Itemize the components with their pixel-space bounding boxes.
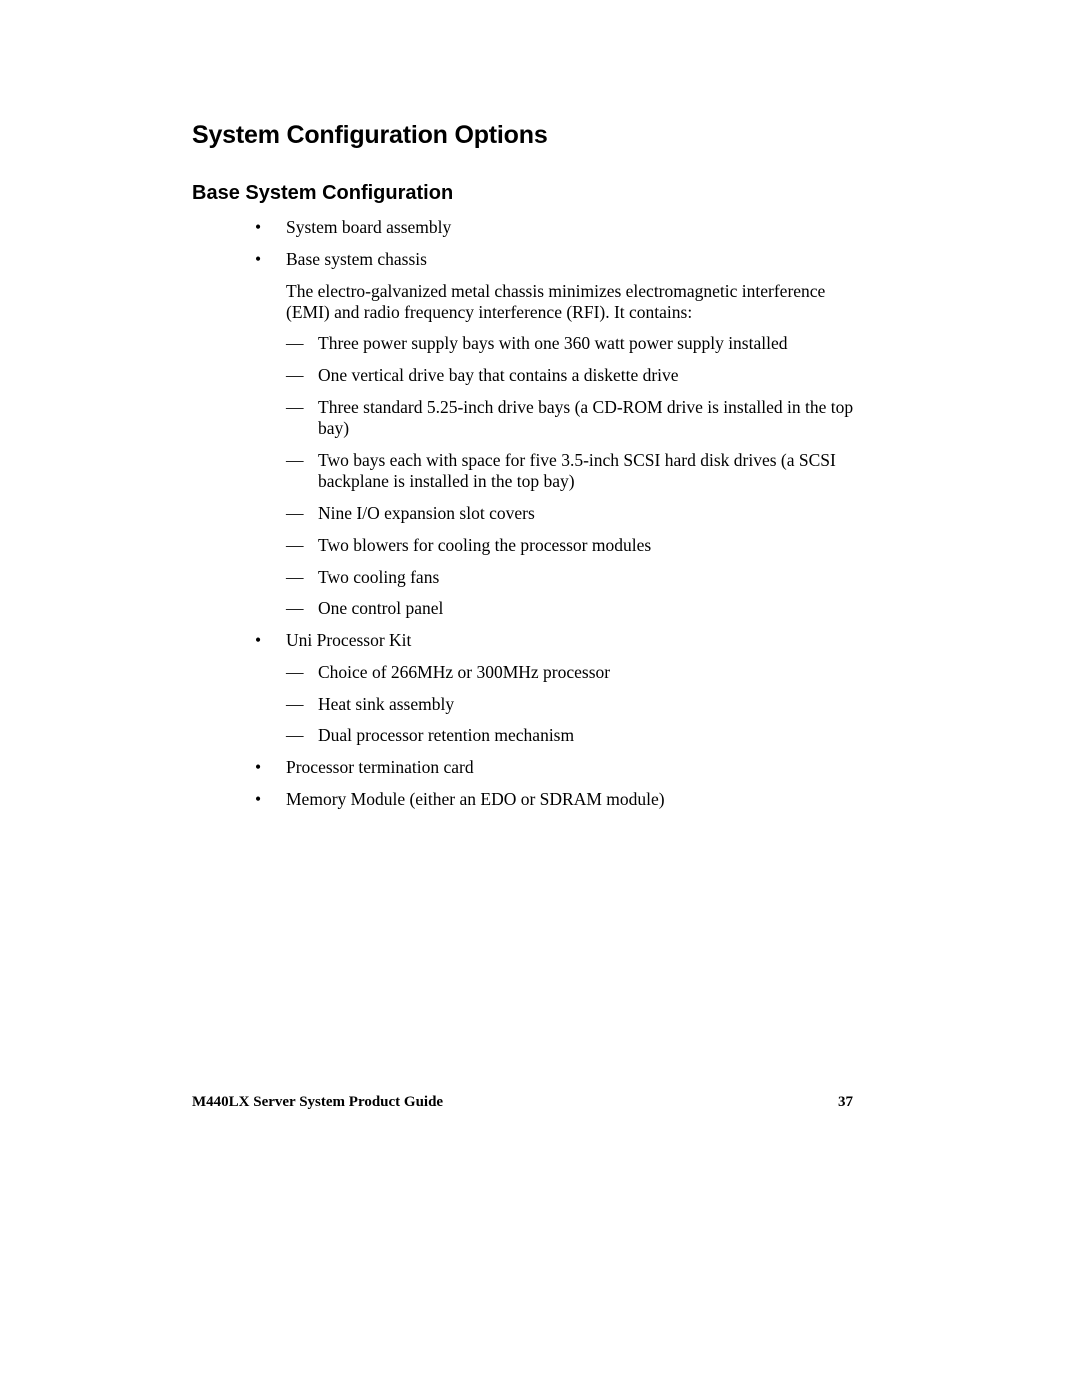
dash-icon: — — [286, 725, 304, 745]
sub-list-item-text: Two blowers for cooling the processor mo… — [318, 535, 652, 555]
dash-icon: — — [286, 503, 304, 523]
dash-icon: — — [286, 397, 304, 417]
dash-icon: — — [286, 662, 304, 682]
sub-list-item-text: Three standard 5.25-inch drive bays (a C… — [318, 397, 854, 438]
sub-list-item-text: Choice of 266MHz or 300MHz processor — [318, 662, 611, 682]
list-item-text: Memory Module (either an EDO or SDRAM mo… — [286, 789, 665, 809]
dash-icon: — — [286, 535, 304, 555]
sub-list-item-text: Two bays each with space for five 3.5-in… — [318, 450, 836, 491]
bullet-icon: • — [255, 217, 262, 237]
list-item-text: Processor termination card — [286, 757, 474, 777]
paragraph-text: The electro-galvanized metal chassis min… — [286, 281, 826, 322]
sub-list-item-text: Three power supply bays with one 360 wat… — [318, 333, 788, 353]
dash-icon: — — [286, 567, 304, 587]
sub-list-item-text: Two cooling fans — [318, 567, 440, 587]
sub-list-item-text: One control panel — [318, 598, 444, 618]
list-item-text: System board assembly — [286, 217, 452, 237]
sub-list-item-text: One vertical drive bay that contains a d… — [318, 365, 679, 385]
footer-guide-title: M440LX Server System Product Guide — [192, 1094, 444, 1110]
bullet-icon: • — [255, 789, 262, 809]
sub-list-item-text: Heat sink assembly — [318, 694, 455, 714]
bullet-icon: • — [255, 630, 262, 650]
dash-icon: — — [286, 365, 304, 385]
page-title: System Configuration Options — [192, 121, 548, 149]
list-item-text: Uni Processor Kit — [286, 630, 412, 650]
dash-icon: — — [286, 333, 304, 353]
section-title: Base System Configuration — [192, 182, 454, 204]
sub-list-item-text: Dual processor retention mechanism — [318, 725, 575, 745]
sub-list-item-text: Nine I/O expansion slot covers — [318, 503, 535, 523]
bullet-icon: • — [255, 249, 262, 269]
dash-icon: — — [286, 694, 304, 714]
footer-page-number: 37 — [838, 1094, 853, 1110]
bullet-icon: • — [255, 757, 262, 777]
dash-icon: — — [286, 450, 304, 470]
dash-icon: — — [286, 598, 304, 618]
list-item-text: Base system chassis — [286, 249, 427, 269]
